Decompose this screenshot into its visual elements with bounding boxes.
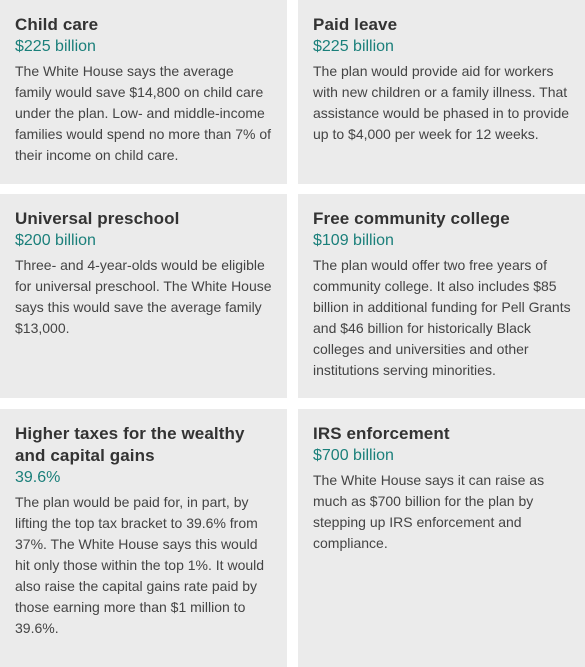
card-title: Free community college [313, 209, 510, 228]
card-amount: $700 billion [313, 447, 394, 464]
card-higher-taxes: Higher taxes for the wealthy and capital… [0, 409, 287, 667]
card-child-care: Child care $225 billion The White House … [0, 0, 287, 184]
card-title: Universal preschool [15, 209, 180, 228]
card-title: IRS enforcement [313, 424, 450, 443]
card-description: The White House says it can raise as muc… [313, 472, 545, 551]
card-description: The plan would provide aid for workers w… [313, 63, 570, 142]
info-card-grid: Child care $225 billion The White House … [0, 0, 585, 667]
card-amount: $200 billion [15, 232, 96, 249]
card-universal-preschool: Universal preschool $200 billion Three- … [0, 194, 287, 398]
card-amount: $109 billion [313, 232, 394, 249]
card-description: The White House says the average family … [15, 63, 272, 163]
card-title: Child care [15, 15, 99, 34]
card-free-community-college: Free community college $109 billion The … [298, 194, 585, 398]
card-description: The plan would be paid for, in part, by … [15, 494, 265, 636]
card-amount: 39.6% [15, 469, 61, 486]
card-description: The plan would offer two free years of c… [313, 257, 571, 378]
card-paid-leave: Paid leave $225 billion The plan would p… [298, 0, 585, 184]
card-irs-enforcement: IRS enforcement $700 billion The White H… [298, 409, 585, 667]
card-amount: $225 billion [15, 38, 96, 55]
card-amount: $225 billion [313, 38, 394, 55]
card-title: Paid leave [313, 15, 398, 34]
card-title: Higher taxes for the wealthy and capital… [15, 424, 245, 465]
card-description: Three- and 4-year-olds would be eligible… [15, 257, 272, 336]
